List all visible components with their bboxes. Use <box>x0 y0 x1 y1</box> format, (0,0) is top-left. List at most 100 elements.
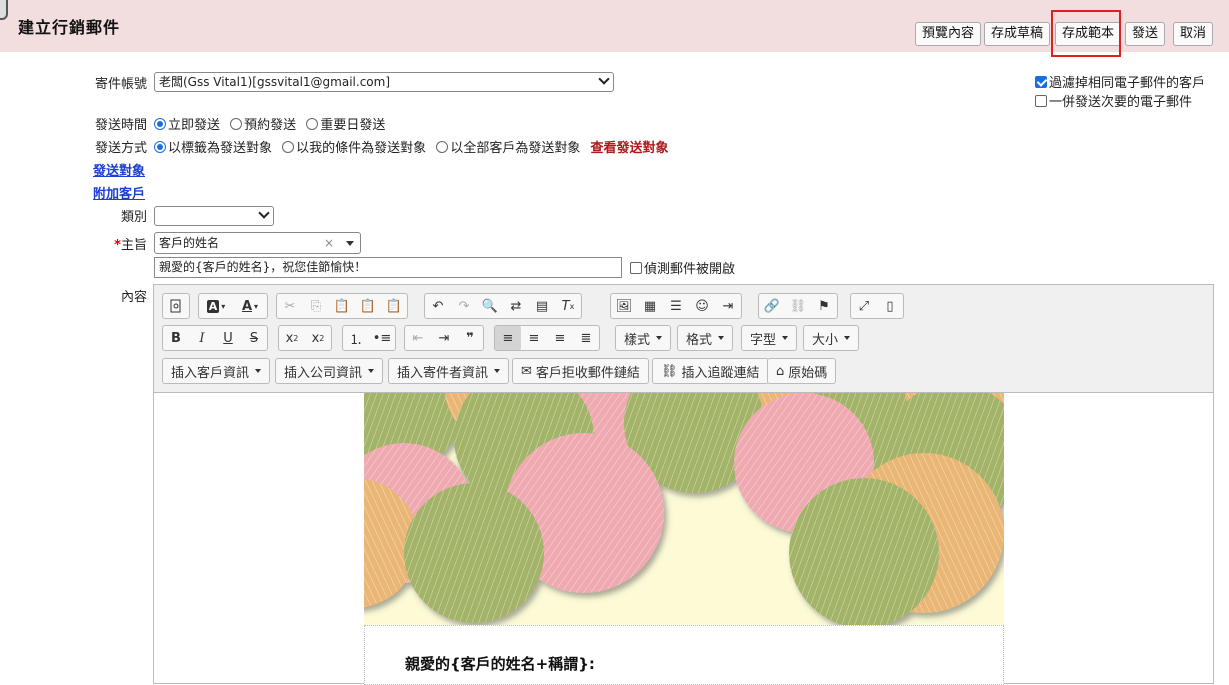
strikethrough-icon[interactable]: S <box>241 326 267 350</box>
align-center-icon[interactable]: ≡ <box>521 326 547 350</box>
track-open-checkbox[interactable] <box>630 262 642 274</box>
category-select[interactable] <box>154 206 274 226</box>
link-icon[interactable]: 🔗 <box>759 294 785 318</box>
send-time-now[interactable]: 立即發送 <box>154 118 220 133</box>
unsubscribe-link-label: 客戶拒收郵件鏈結 <box>535 365 640 381</box>
send-method-condition[interactable]: 以我的條件為發送對象 <box>282 141 426 156</box>
page-break-icon[interactable]: ⇥ <box>715 294 741 318</box>
font-dropdown[interactable]: 字型 <box>741 325 798 351</box>
insert-company-dropdown[interactable]: 插入公司資訊 <box>275 358 384 384</box>
source-button[interactable]: ⌂ 原始碼 <box>767 358 837 384</box>
caret-down-icon <box>656 336 663 340</box>
send-button[interactable]: 發送 <box>1125 22 1166 46</box>
send-time-scheduled[interactable]: 預約發送 <box>230 118 296 133</box>
paste-text-icon[interactable]: 📋 <box>355 294 381 318</box>
sender-select[interactable]: 老闆(Gss Vital1)[gssvital1@gmail.com] <box>154 72 614 92</box>
attach-customer-link[interactable]: 附加客戶 <box>93 183 145 202</box>
clear-icon[interactable]: × <box>324 233 334 253</box>
align-right-icon[interactable]: ≡ <box>547 326 573 350</box>
style-dropdown[interactable]: 樣式 <box>615 325 672 351</box>
numbered-list-icon[interactable]: ⒈ <box>343 326 369 350</box>
preview-icon[interactable] <box>163 294 189 318</box>
insert-customer-dropdown[interactable]: 插入客戶資訊 <box>162 358 271 384</box>
cancel-button[interactable]: 取消 <box>1173 22 1214 46</box>
send-secondary-checkbox[interactable] <box>1035 95 1047 107</box>
send-method-group: 以標籤為發送對象 以我的條件為發送對象 以全部客戶為發送對象 查看發送對象 <box>154 137 668 156</box>
send-time-important-day[interactable]: 重要日發送 <box>306 118 385 133</box>
copy-icon[interactable]: ⎘ <box>303 294 329 318</box>
caret-down-icon <box>255 369 262 373</box>
source-icon: ⌂ <box>776 363 785 379</box>
subscript-icon[interactable]: x2 <box>279 326 305 350</box>
insert-company-label: 插入公司資訊 <box>284 365 363 381</box>
anchor-icon[interactable]: ⚑ <box>811 294 837 318</box>
italic-icon[interactable]: I <box>189 326 215 350</box>
toolbar-group-align: ≡ ≡ ≡ ≣ <box>494 325 600 351</box>
caret-down-icon <box>844 336 851 340</box>
text-color-icon[interactable]: A ▾ <box>233 294 267 318</box>
format-dropdown-label: 格式 <box>686 332 713 348</box>
app-logo-icon <box>0 0 8 20</box>
undo-icon[interactable]: ↶ <box>425 294 451 318</box>
send-method-tag[interactable]: 以標籤為發送對象 <box>154 141 272 156</box>
unsubscribe-link-button[interactable]: ✉ 客戶拒收郵件鏈結 <box>512 358 649 384</box>
format-dropdown[interactable]: 格式 <box>677 325 734 351</box>
bulleted-list-icon[interactable]: •≡ <box>369 326 395 350</box>
caret-down-icon <box>346 241 354 246</box>
caret-down-icon <box>368 369 375 373</box>
preview-button[interactable]: 預覽內容 <box>915 22 982 46</box>
rich-text-editor[interactable]: A ▾ A ▾ ✂ ⎘ 📋 📋 📋 ↶ ↷ 🔍 ⇄ ▤ Tx 🖼 ▦ ☰ ☺ ⇥ 🔗 <box>153 284 1214 685</box>
unlink-icon[interactable]: ⛓ <box>785 294 811 318</box>
tracking-link-button[interactable]: ⛓ 插入追蹤連結 <box>652 358 769 384</box>
blockquote-icon[interactable]: ❞ <box>457 326 483 350</box>
align-left-icon[interactable]: ≡ <box>495 326 521 350</box>
subject-token-select[interactable]: 客戶的姓名 × <box>154 232 361 254</box>
select-all-icon[interactable]: ▤ <box>529 294 555 318</box>
toolbar-group-script: x2 x2 <box>278 325 332 351</box>
background-color-icon[interactable]: A ▾ <box>199 294 233 318</box>
send-secondary-option[interactable]: 一併發送次要的電子郵件 <box>1035 91 1192 110</box>
radio-icon[interactable] <box>282 141 295 153</box>
find-icon[interactable]: 🔍 <box>477 294 503 318</box>
table-icon[interactable]: ▦ <box>637 294 663 318</box>
smiley-icon[interactable]: ☺ <box>689 294 715 318</box>
caret-down-icon <box>718 336 725 340</box>
send-method-all[interactable]: 以全部客戶為發送對象 <box>436 141 580 156</box>
chevron-down-icon <box>258 207 270 219</box>
replace-icon[interactable]: ⇄ <box>503 294 529 318</box>
save-draft-button[interactable]: 存成草稿 <box>984 22 1051 46</box>
paste-icon[interactable]: 📋 <box>329 294 355 318</box>
show-blocks-icon[interactable]: ▯ <box>877 294 903 318</box>
source-label: 原始碼 <box>788 365 828 381</box>
email-body-area[interactable]: 親愛的{客戶的姓名+稱謂}: <box>364 625 1004 685</box>
radio-icon[interactable] <box>154 118 166 130</box>
radio-icon[interactable] <box>306 118 319 130</box>
subject-input[interactable]: 親愛的{客戶的姓名}，祝您佳節愉快！ <box>154 257 622 278</box>
cut-icon[interactable]: ✂ <box>277 294 303 318</box>
indent-icon[interactable]: ⇥ <box>431 326 457 350</box>
underline-icon[interactable]: U <box>215 326 241 350</box>
superscript-icon[interactable]: x2 <box>305 326 331 350</box>
image-icon[interactable]: 🖼 <box>611 294 637 318</box>
justify-icon[interactable]: ≣ <box>573 326 599 350</box>
maximize-icon[interactable]: ⤢ <box>851 294 877 318</box>
subject-label-group: *主旨 <box>60 234 147 253</box>
redo-icon[interactable]: ↷ <box>451 294 477 318</box>
view-targets-link[interactable]: 查看發送對象 <box>590 141 668 156</box>
filter-duplicate-option[interactable]: 過濾掉相同電子郵件的客戶 <box>1035 72 1205 91</box>
radio-icon[interactable] <box>230 118 243 130</box>
track-open-label: 偵測郵件被開啟 <box>644 262 736 277</box>
insert-sender-dropdown[interactable]: 插入寄件者資訊 <box>388 358 510 384</box>
send-targets-link[interactable]: 發送對象 <box>93 160 145 179</box>
bold-icon[interactable]: B <box>163 326 189 350</box>
outdent-icon[interactable]: ⇤ <box>405 326 431 350</box>
remove-format-icon[interactable]: Tx <box>555 294 581 318</box>
size-dropdown[interactable]: 大小 <box>803 325 860 351</box>
filter-duplicate-checkbox[interactable] <box>1035 76 1047 88</box>
radio-icon[interactable] <box>154 141 166 153</box>
page-title: 建立行銷郵件 <box>18 18 121 37</box>
horizontal-line-icon[interactable]: ☰ <box>663 294 689 318</box>
paste-word-icon[interactable]: 📋 <box>381 294 407 318</box>
radio-icon[interactable] <box>436 141 449 153</box>
track-open-option[interactable]: 偵測郵件被開啟 <box>630 258 735 277</box>
